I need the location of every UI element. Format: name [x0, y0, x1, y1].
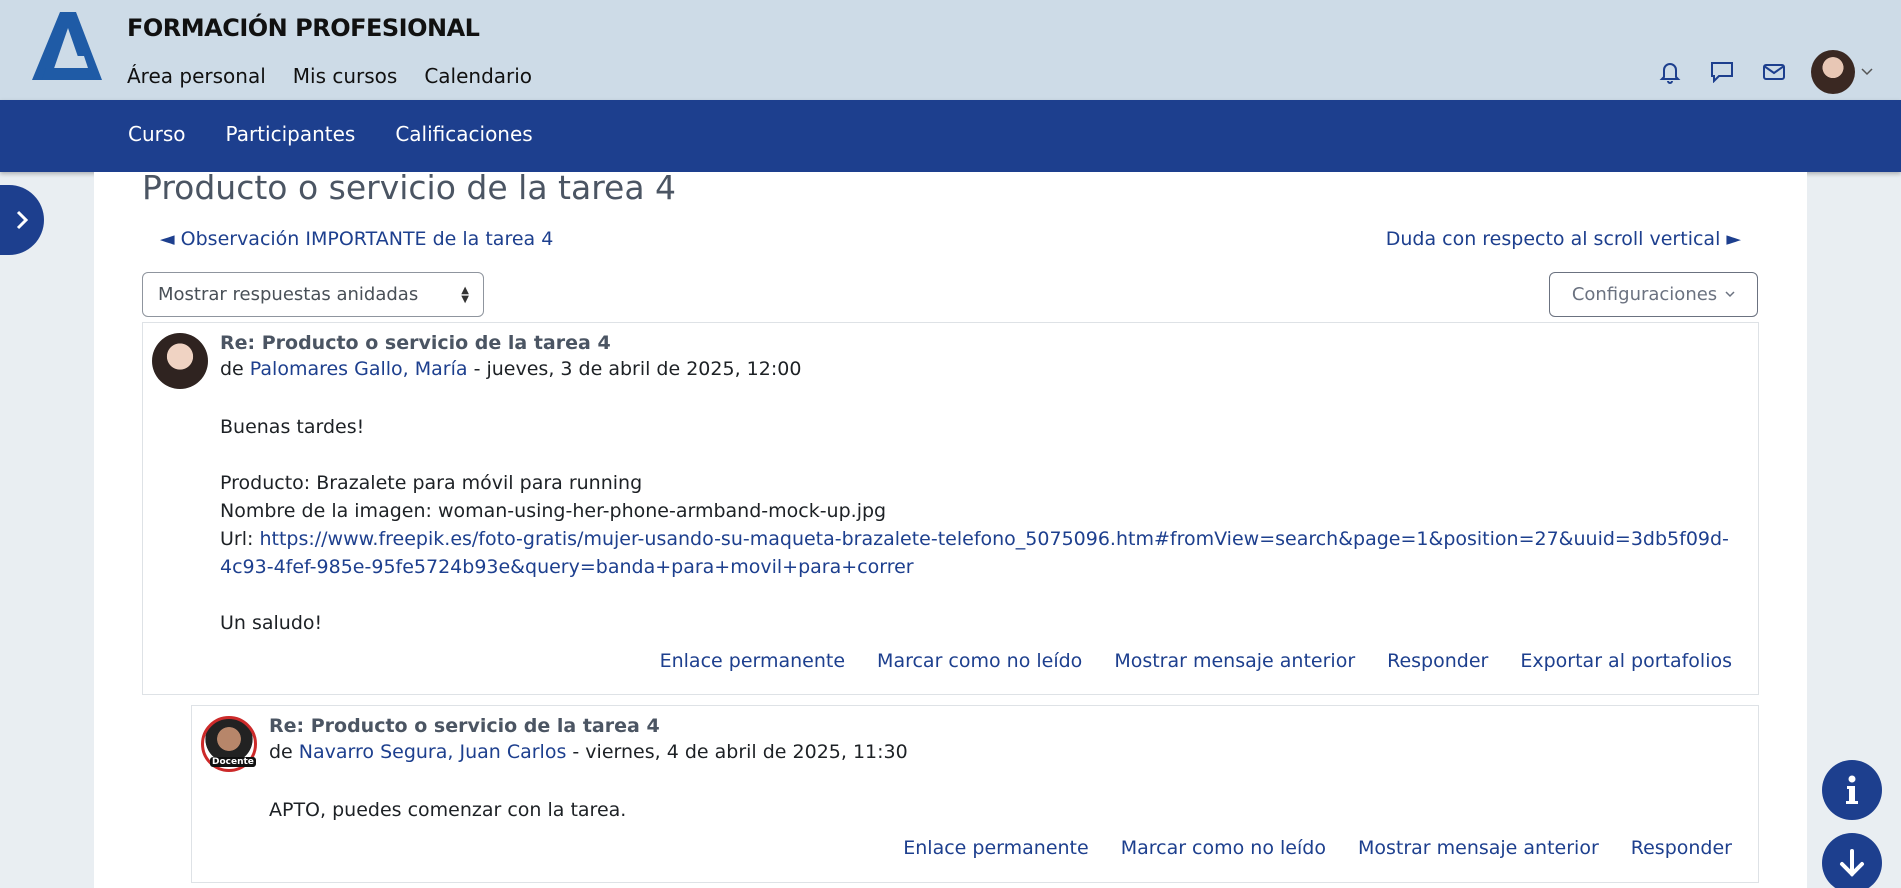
post-line: Nombre de la imagen: woman-using-her-pho…: [220, 500, 887, 522]
docente-badge: Docente: [210, 757, 256, 767]
site-title[interactable]: FORMACIÓN PROFESIONAL: [127, 14, 480, 42]
by-prefix: de: [220, 358, 244, 380]
tab-participantes[interactable]: Participantes: [226, 122, 356, 146]
chevron-down-icon: [1861, 68, 1873, 76]
mail-icon: [1763, 64, 1785, 80]
display-mode-select[interactable]: Mostrar respuestas anidadas ▲ ▼: [142, 272, 484, 317]
bell-icon: [1659, 63, 1681, 84]
settings-label: Configuraciones: [1571, 284, 1718, 305]
info-button[interactable]: [1822, 760, 1882, 820]
forum-post-reply: Docente Re: Producto o servicio de la ta…: [191, 705, 1759, 883]
next-discussion-link[interactable]: Duda con respecto al scroll vertical ►: [1386, 228, 1741, 250]
logo-icon[interactable]: [30, 10, 106, 82]
post-line: Producto: Brazalete para móvil para runn…: [220, 472, 643, 494]
page-title: Producto o servicio de la tarea 4: [142, 168, 677, 207]
chevron-right-icon: [16, 210, 28, 230]
author-link[interactable]: Palomares Gallo, María: [250, 358, 468, 380]
by-prefix: de: [269, 741, 293, 763]
site-header: FORMACIÓN PROFESIONAL Área personal Mis …: [0, 0, 1901, 100]
forum-post: Re: Producto o servicio de la tarea 4 de…: [142, 322, 1759, 695]
post-line: Url: https://www.freepik.es/foto-gratis/…: [220, 525, 1740, 581]
mail-button[interactable]: [1759, 57, 1789, 87]
post-line: Buenas tardes!: [220, 416, 365, 438]
post-date: - viernes, 4 de abril de 2025, 11:30: [572, 741, 908, 763]
nav-area-personal[interactable]: Área personal: [127, 64, 266, 88]
prev-discussion-link[interactable]: ◄ Observación IMPORTANTE de la tarea 4: [160, 228, 553, 250]
arrow-down-icon: [1840, 849, 1864, 877]
post-actions: Enlace permanente Marcar como no leído M…: [660, 650, 1732, 672]
tab-curso[interactable]: Curso: [128, 122, 186, 146]
chat-icon: [1711, 62, 1733, 83]
url-label: Url:: [220, 528, 254, 550]
post-meta: de Palomares Gallo, María - jueves, 3 de…: [220, 358, 801, 380]
nav-mis-cursos[interactable]: Mis cursos: [293, 64, 398, 88]
export-portfolio-link[interactable]: Exportar al portafolios: [1520, 650, 1732, 672]
mark-unread-link[interactable]: Marcar como no leído: [877, 650, 1082, 672]
show-parent-link[interactable]: Mostrar mensaje anterior: [1114, 650, 1355, 672]
main-content: Producto o servicio de la tarea 4 ◄ Obse…: [94, 168, 1807, 888]
scroll-down-button[interactable]: [1822, 833, 1882, 888]
tab-calificaciones[interactable]: Calificaciones: [395, 122, 532, 146]
post-subject: Re: Producto o servicio de la tarea 4: [220, 332, 611, 354]
post-subject: Re: Producto o servicio de la tarea 4: [269, 715, 660, 737]
post-body: Buenas tardes! Producto: Brazalete para …: [220, 413, 1740, 637]
messages-button[interactable]: [1707, 57, 1737, 87]
chevron-down-icon: [1725, 291, 1735, 298]
nav-calendario[interactable]: Calendario: [424, 64, 532, 88]
notifications-button[interactable]: [1655, 57, 1685, 87]
primary-nav: Área personal Mis cursos Calendario: [127, 64, 532, 88]
reply-link[interactable]: Responder: [1631, 837, 1732, 859]
author-avatar[interactable]: Docente: [201, 716, 257, 772]
author-link[interactable]: Navarro Segura, Juan Carlos: [299, 741, 567, 763]
select-arrows-icon: ▲ ▼: [461, 285, 469, 305]
url-link[interactable]: https://www.freepik.es/foto-gratis/mujer…: [220, 528, 1729, 578]
mark-unread-link[interactable]: Marcar como no leído: [1121, 837, 1326, 859]
reply-link[interactable]: Responder: [1387, 650, 1488, 672]
post-meta: de Navarro Segura, Juan Carlos - viernes…: [269, 741, 908, 763]
info-icon: [1846, 775, 1858, 804]
permalink-link[interactable]: Enlace permanente: [903, 837, 1088, 859]
course-index-toggle[interactable]: [0, 185, 44, 255]
show-parent-link[interactable]: Mostrar mensaje anterior: [1358, 837, 1599, 859]
avatar: [1811, 50, 1855, 94]
permalink-link[interactable]: Enlace permanente: [660, 650, 845, 672]
author-avatar[interactable]: [152, 333, 208, 389]
post-closing: Un saludo!: [220, 612, 323, 634]
post-body: APTO, puedes comenzar con la tarea.: [269, 799, 627, 821]
secondary-nav: Curso Participantes Calificaciones: [0, 100, 1901, 172]
user-menu[interactable]: [1811, 50, 1873, 94]
display-mode-value: Mostrar respuestas anidadas: [158, 284, 419, 305]
settings-button[interactable]: Configuraciones: [1549, 272, 1758, 317]
post-actions: Enlace permanente Marcar como no leído M…: [903, 837, 1732, 859]
post-date: - jueves, 3 de abril de 2025, 12:00: [473, 358, 802, 380]
header-icons: [1655, 50, 1873, 94]
